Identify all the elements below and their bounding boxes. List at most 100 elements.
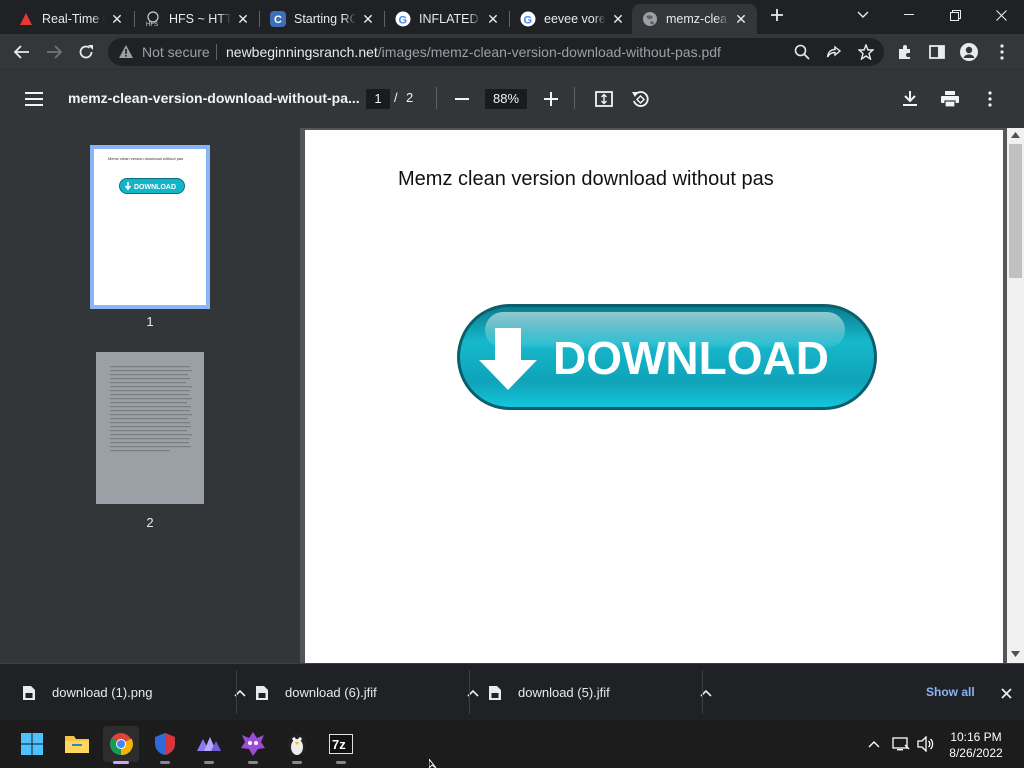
file-explorer-icon[interactable] [59,726,95,762]
omnibox-divider [216,44,217,60]
tray-overflow-chevron-icon[interactable] [864,734,884,754]
scrollbar-thumb[interactable] [1009,144,1022,278]
url-host: newbeginningsranch.net [226,44,378,60]
svg-text:7z: 7z [332,737,346,752]
clock-date: 8/26/2022 [949,746,1003,760]
close-icon[interactable]: ✕ [109,11,125,27]
fit-to-page-icon[interactable] [590,85,618,113]
active-indicator [113,761,129,764]
zoom-in-icon[interactable] [537,85,565,113]
address-bar[interactable]: Not secure newbeginningsranch.net/images… [108,38,884,66]
system-clock[interactable]: 10:16 PM 8/26/2022 [936,729,1016,761]
pdf-viewport[interactable]: Memz clean version download without pas [300,128,1024,663]
chevron-up-icon[interactable] [463,683,483,703]
close-window-button[interactable] [978,0,1024,30]
shelf-divider [469,670,470,714]
rotate-icon[interactable] [626,85,654,113]
new-tab-button[interactable] [762,0,792,30]
viewer-scrollbar[interactable] [1007,128,1024,663]
download-button-image[interactable]: DOWNLOAD [455,302,879,412]
windows-taskbar: 7z 10:16 PM 8/26/2022 [0,720,1024,768]
zoom-out-icon[interactable] [448,85,476,113]
zoom-magnifier-icon[interactable] [794,44,810,65]
shield-app-icon[interactable] [147,726,183,764]
volume-icon[interactable] [916,734,936,754]
print-icon[interactable] [936,85,964,113]
chevron-up-icon[interactable] [696,683,716,703]
pdf-more-menu-icon[interactable] [976,85,1004,113]
forward-icon[interactable] [40,38,68,66]
tab-4[interactable]: G INFLATED E ✕ [385,4,509,34]
back-icon[interactable] [8,38,36,66]
pdf-page-1: Memz clean version download without pas [305,130,1003,663]
url-path: /images/memz-clean-version-download-with… [377,44,721,60]
scroll-down-arrow-icon[interactable] [1011,651,1020,657]
tux-app-icon[interactable] [279,726,315,764]
close-icon[interactable]: ✕ [733,11,749,27]
shelf-divider [236,670,237,714]
running-indicator [248,761,258,764]
red-triangle-icon [18,11,34,27]
download-filename: download (5).jfif [518,685,610,700]
close-icon[interactable]: ✕ [360,11,376,27]
browser-menu-icon[interactable] [988,38,1016,66]
chrome-icon[interactable] [103,726,139,764]
running-indicator [336,761,346,764]
not-secure-warning-icon[interactable] [118,44,134,64]
tab-5[interactable]: G eevee vore ✕ [510,4,634,34]
zoom-level-input[interactable]: 88% [485,89,527,109]
profile-avatar-icon[interactable] [955,38,983,66]
hamburger-menu-icon[interactable] [20,85,48,113]
extensions-puzzle-icon[interactable] [891,38,919,66]
show-all-downloads-link[interactable]: Show all [926,685,975,699]
purple-creature-app-icon[interactable] [235,726,271,764]
pdf-toolbar: memz-clean-version-download-without-pa..… [0,70,1024,128]
tab-3[interactable]: C Starting RO ✕ [260,4,384,34]
chevron-up-icon[interactable] [230,683,250,703]
close-icon[interactable]: ✕ [610,11,626,27]
mouse-cursor-icon [429,759,437,768]
network-icon[interactable] [891,734,911,754]
c-logo-icon: C [270,11,286,27]
download-shelf: download (1).png download (6).jfif downl… [0,663,1024,720]
page-total: 2 [406,90,414,105]
clock-time: 10:16 PM [950,730,1002,744]
scroll-up-arrow-icon[interactable] [1011,132,1020,138]
close-icon[interactable]: ✕ [235,11,251,27]
screen: Real-Time C ✕ HFS HFS ~ HTTP ✕ C Startin… [0,0,1024,768]
tab-6-active[interactable]: memz-clea ✕ [632,4,757,34]
download-item-1[interactable]: download (1).png [22,664,250,721]
reload-icon[interactable] [72,38,100,66]
toolbar-divider [436,87,437,109]
download-button-text: DOWNLOAD [553,332,829,384]
file-icon [256,685,268,700]
page-number-input[interactable]: 1 [366,89,390,109]
page-thumbnail-1[interactable]: Memz clean version download without pas … [90,145,210,309]
download-item-2[interactable]: download (6).jfif [255,664,483,721]
svg-text:G: G [399,15,408,27]
close-shelf-icon[interactable] [995,682,1017,704]
tab-1[interactable]: Real-Time C ✕ [8,4,133,34]
file-icon [23,685,35,700]
windows-start-icon[interactable] [14,726,50,762]
minimize-button[interactable] [886,0,932,30]
restore-button[interactable] [932,0,978,30]
download-item-3[interactable]: download (5).jfif [488,664,716,721]
security-label[interactable]: Not secure [142,44,210,60]
triangles-app-icon[interactable] [191,726,227,764]
tab-search-button[interactable] [840,0,886,30]
share-icon[interactable] [826,44,842,65]
pdf-page-heading: Memz clean version download without pas [398,168,774,190]
page-thumbnail-2[interactable] [96,352,204,504]
tab-2[interactable]: HFS HFS ~ HTTP ✕ [135,4,259,34]
url-text[interactable]: newbeginningsranch.net/images/memz-clean… [226,44,721,60]
side-panel-icon[interactable] [923,38,951,66]
svg-text:G: G [524,15,533,27]
bookmark-star-icon[interactable] [857,43,875,65]
sevenzip-icon[interactable]: 7z [323,726,359,764]
thumbnail-sidebar: Memz clean version download without pas … [0,128,300,663]
download-filename: download (6).jfif [285,685,377,700]
close-icon[interactable]: ✕ [485,11,501,27]
download-pdf-icon[interactable] [896,85,924,113]
tab-strip: Real-Time C ✕ HFS HFS ~ HTTP ✕ C Startin… [0,0,1024,34]
